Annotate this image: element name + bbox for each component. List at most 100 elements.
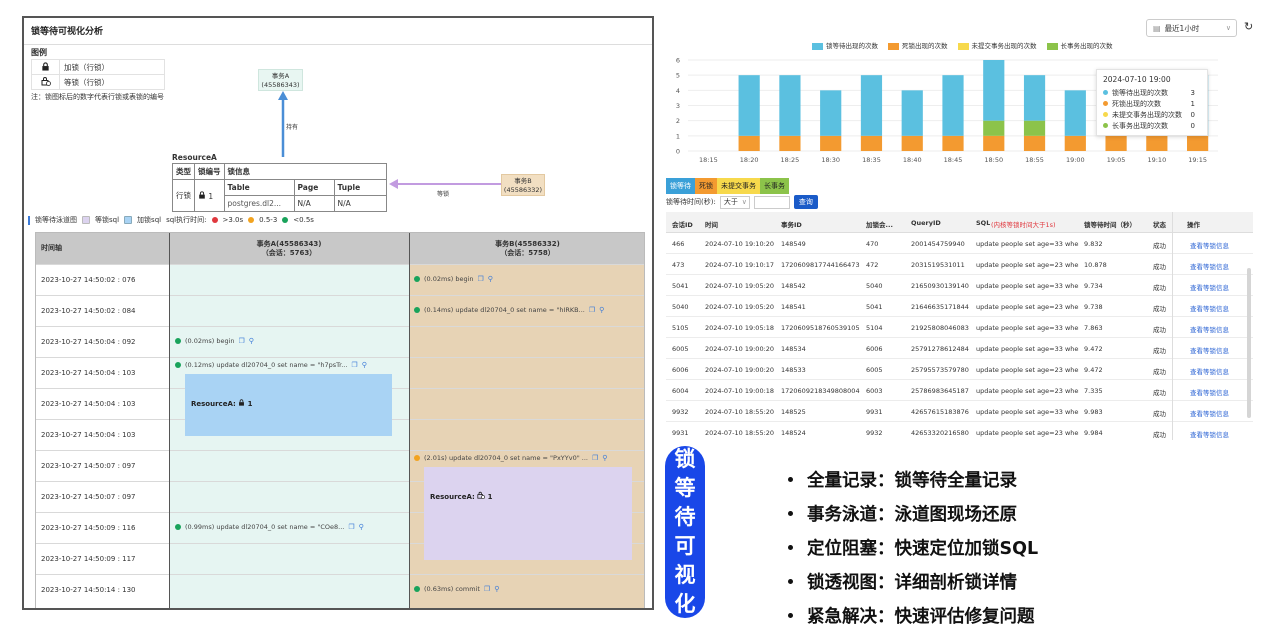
res-info-value: N/A: [333, 195, 387, 212]
timeline-row: 2023-10-27 14:50:14 : 130: [36, 574, 644, 605]
view-lock-info-link[interactable]: 查看等锁信息: [1190, 324, 1229, 334]
wait-arrowhead: [389, 179, 398, 189]
search-icon[interactable]: ⚲: [494, 585, 499, 593]
copy-icon[interactable]: ❐: [484, 585, 490, 593]
cell-query-id: 21925808046083: [911, 324, 969, 332]
search-icon[interactable]: ⚲: [599, 306, 604, 314]
search-icon[interactable]: ⚲: [359, 523, 364, 531]
time-axis-header: 时间轴: [36, 233, 169, 264]
lock-wait-block[interactable]: [424, 467, 632, 560]
search-icon[interactable]: ⚲: [602, 454, 607, 462]
tab-deadlock[interactable]: 死锁: [695, 178, 717, 194]
cell-sql: update people set age=33 where: [976, 345, 1079, 353]
view-lock-info-link[interactable]: 查看等锁信息: [1190, 387, 1229, 397]
filter-operator-select[interactable]: 大于 ∨: [719, 195, 750, 209]
copy-icon[interactable]: ❐: [478, 275, 484, 283]
row-timestamp: 2023-10-27 14:50:09 : 117: [41, 555, 136, 563]
table-row[interactable]: 473 2024-07-10 19:10:17 172060981774416647…: [666, 254, 1253, 275]
view-lock-info-link[interactable]: 查看等锁信息: [1190, 261, 1229, 271]
sql-event[interactable]: (0.12ms) update dl20704_0 set name = "h7…: [175, 361, 367, 369]
view-lock-info-link[interactable]: 查看等锁信息: [1190, 345, 1229, 355]
col-lock-session: 加锁会...: [866, 221, 893, 229]
view-lock-info-link[interactable]: 查看等锁信息: [1190, 408, 1229, 418]
bar-segment: [901, 90, 923, 136]
filter-value-input[interactable]: [753, 195, 790, 209]
bar-segment: [983, 60, 1005, 121]
sql-event[interactable]: (0.02ms) begin ❐ ⚲: [414, 275, 493, 283]
x-tick-label: 18:20: [740, 156, 759, 164]
sql-text: (0.02ms) begin: [185, 337, 235, 345]
cell-lock-session: 472: [866, 261, 879, 269]
tab-long-txn[interactable]: 长事务: [760, 178, 789, 194]
txn-b-node[interactable]: 事务B (45586332): [501, 174, 545, 196]
time-range-select[interactable]: ▤ 最近1小时 ∨: [1146, 19, 1237, 37]
timeline-row: 2023-10-27 14:50:02 : 076: [36, 264, 644, 295]
table-row[interactable]: 5040 2024-07-10 19:05:20 148541 5041 2164663…: [666, 296, 1253, 317]
query-button[interactable]: 查询: [793, 195, 818, 209]
cell-session-id: 473: [672, 261, 685, 269]
tab-uncommitted[interactable]: 未提交事务: [717, 178, 760, 194]
tab-lock-wait[interactable]: 锁等待: [666, 178, 695, 194]
copy-icon[interactable]: ❐: [348, 523, 354, 531]
legend-item[interactable]: 死锁出现的次数: [888, 40, 948, 50]
view-lock-info-link[interactable]: 查看等锁信息: [1190, 282, 1229, 292]
cell-sql: update people set age=23 where: [976, 429, 1079, 437]
col-query-id: QueryID: [911, 219, 941, 227]
sql-text: (2.01s) update dl20704_0 set name = "PxY…: [424, 454, 588, 462]
sql-event[interactable]: (0.02ms) begin ❐ ⚲: [175, 337, 254, 345]
cell-lock-session: 9932: [866, 429, 883, 437]
table-row[interactable]: 9931 2024-07-10 18:55:20 148524 9932 4265332…: [666, 422, 1253, 440]
copy-icon[interactable]: ❐: [351, 361, 357, 369]
search-icon[interactable]: ⚲: [249, 337, 254, 345]
swimlane-legend: 锁等待泳道图 等锁sql 加锁sql sql执行时间: >3.0s 0.5-3 …: [28, 215, 314, 225]
bar-segment: [1064, 135, 1086, 151]
cell-time: 2024-07-10 19:00:18: [705, 387, 775, 395]
bullet-dot: [788, 612, 793, 618]
legend-item[interactable]: 锁等待出现的次数: [812, 40, 878, 50]
tooltip-label: 长事务出现的次数: [1112, 121, 1168, 130]
lock-wait-no: 1: [487, 493, 493, 501]
table-row[interactable]: 6004 2024-07-10 19:00:18 17206092183498080…: [666, 380, 1253, 401]
cell-txn-id: 148541: [781, 303, 806, 311]
legend-text: 长事务出现的次数: [1060, 42, 1113, 50]
cell-wait-time: 10.878: [1084, 261, 1107, 269]
swimlane-chart: 时间轴 事务A(45586343) （会话：5763） 事务B(45586332…: [35, 232, 645, 608]
search-icon[interactable]: ⚲: [488, 275, 493, 283]
x-tick-label: 18:15: [699, 156, 718, 164]
table-scrollbar[interactable]: [1247, 268, 1251, 418]
x-tick-label: 19:00: [1066, 156, 1085, 164]
sql-event[interactable]: (0.14ms) update dl20704_0 set name = "hI…: [414, 306, 604, 314]
badge-char: 视: [674, 563, 696, 587]
sql-event[interactable]: (0.63ms) commit ❐ ⚲: [414, 585, 499, 593]
copy-icon[interactable]: ❐: [239, 337, 245, 345]
sql-event[interactable]: (2.01s) update dl20704_0 set name = "PxY…: [414, 454, 607, 462]
view-lock-info-link[interactable]: 查看等锁信息: [1190, 240, 1229, 250]
view-lock-info-link[interactable]: 查看等锁信息: [1190, 429, 1229, 439]
view-lock-info-link[interactable]: 查看等锁信息: [1190, 366, 1229, 376]
legend-item[interactable]: 长事务出现的次数: [1046, 40, 1113, 50]
search-icon[interactable]: ⚲: [362, 361, 367, 369]
refresh-icon[interactable]: ↻: [1244, 20, 1253, 33]
txn-a-node[interactable]: 事务A (45586343): [258, 69, 303, 91]
table-row[interactable]: 6006 2024-07-10 19:00:20 148533 6005 2579557…: [666, 359, 1253, 380]
table-row[interactable]: 5041 2024-07-10 19:05:20 148542 5040 2165093…: [666, 275, 1253, 296]
cell-lock-session: 6005: [866, 366, 883, 374]
table-row[interactable]: 9932 2024-07-10 18:55:20 148525 9931 4265761…: [666, 401, 1253, 422]
sql-text: (0.63ms) commit: [424, 585, 480, 593]
table-row[interactable]: 5105 2024-07-10 19:05:18 17206095187605391…: [666, 317, 1253, 338]
legend-marker: [28, 215, 30, 225]
tooltip-item: 死锁出现的次数 1: [1103, 98, 1201, 109]
lock-wait-analysis-panel: 锁等待可视化分析 图例 加锁（行锁） 等锁（行锁） 注：锁图标后的数字代表行锁或…: [22, 16, 654, 610]
copy-icon[interactable]: ❐: [592, 454, 598, 462]
feature-item: 定位阻塞：快速定位加锁SQL: [788, 530, 1038, 564]
legend-item[interactable]: 未提交事务出现的次数: [957, 40, 1037, 50]
cell-status: 成功: [1153, 389, 1166, 397]
res-info-header: Page: [293, 179, 335, 196]
table-row[interactable]: 6005 2024-07-10 19:00:20 148534 6006 2579127…: [666, 338, 1253, 359]
sql-event[interactable]: (0.99ms) update dl20704_0 set name = "CO…: [175, 523, 364, 531]
row-timestamp: 2023-10-27 14:50:02 : 076: [41, 276, 136, 284]
cell-txn-id: 1720609817744166473: [781, 261, 860, 269]
copy-icon[interactable]: ❐: [589, 306, 595, 314]
table-row[interactable]: 466 2024-07-10 19:10:20 148549 470 200145475…: [666, 233, 1253, 254]
view-lock-info-link[interactable]: 查看等锁信息: [1190, 303, 1229, 313]
